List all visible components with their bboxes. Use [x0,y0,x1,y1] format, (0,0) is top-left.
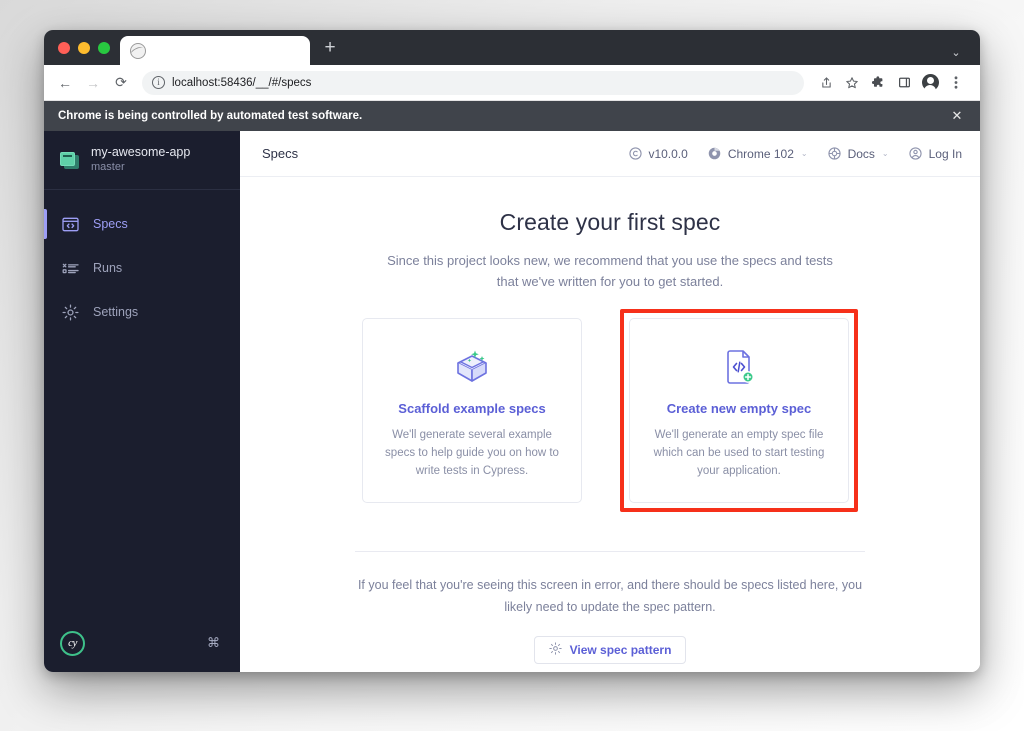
sparkle-box-icon [448,343,496,391]
headline: Create your first spec [499,209,721,235]
docs-menu[interactable]: Docs ⌄ [828,147,889,161]
forward-button[interactable]: → [80,70,106,96]
chevron-down-icon: ⌄ [881,149,889,158]
new-tab-button[interactable]: + [316,35,344,63]
keyboard-shortcut-icon[interactable]: ⌘ [207,635,220,651]
card-description: We'll generate several example specs to … [385,429,559,477]
back-button[interactable]: ← [52,70,78,96]
tab-search-chevron-down-icon[interactable]: ⌄ [946,46,966,59]
sidebar-footer: cy ⌘ [44,614,240,672]
cypress-logo[interactable]: cy [60,630,85,656]
page-viewport: my-awesome-app master Specs Runs Setting… [44,131,980,672]
sidebar-item-label: Runs [93,261,123,275]
reload-button[interactable]: ⟳ [108,70,134,96]
address-bar[interactable]: i localhost:58436/__/#/specs [142,70,804,95]
scaffold-example-specs-card[interactable]: Scaffold example specs We'll generate se… [362,318,582,503]
sidebar-item-specs[interactable]: Specs [44,202,240,246]
browser-label: Chrome 102 [727,146,794,161]
create-new-empty-spec-card[interactable]: Create new empty spec We'll generate an … [629,318,849,503]
view-spec-pattern-label: View spec pattern [569,643,672,657]
globe-icon [130,42,146,59]
window-traffic-lights [54,30,120,65]
automation-infobar: Chrome is being controlled by automated … [44,101,980,131]
profile-avatar[interactable] [918,71,942,95]
project-header[interactable]: my-awesome-app master [44,131,240,190]
minimize-window-button[interactable] [78,41,90,54]
browser-selector[interactable]: Chrome 102 ⌄ [708,147,808,161]
subheadline: Since this project looks new, we recomme… [387,253,833,289]
docs-icon [828,147,842,161]
sidebar-item-label: Settings [93,305,139,319]
specs-window-icon [62,216,79,233]
card-description: We'll generate an empty spec file which … [653,429,825,477]
version-label: v10.0.0 [648,146,688,161]
login-button[interactable]: Log In [909,147,962,161]
extensions-puzzle-icon[interactable] [866,71,890,95]
close-window-button[interactable] [58,41,70,54]
close-icon[interactable]: ✕ [948,108,966,124]
sidebar-item-settings[interactable]: Settings [44,290,240,334]
login-label: Log In [928,146,962,161]
specs-empty-state: Create your first spec Since this projec… [240,177,980,672]
gear-icon [62,303,79,321]
automation-infobar-message: Chrome is being controlled by automated … [58,110,363,122]
browser-window: + ⌄ ← → ⟳ i localhost:58436/__/#/specs C… [44,30,980,672]
project-branch: master [91,161,125,173]
runs-list-icon [62,260,79,277]
maximize-window-button[interactable] [98,41,110,54]
bookmark-star-icon[interactable] [840,71,864,95]
main-content: Specs v10.0.0 Chrome 102 ⌄ Docs ⌄ Log In… [240,131,980,672]
sidebar-nav: Specs Runs Settings [44,190,240,334]
gear-icon [548,642,562,658]
browser-toolbar: ← → ⟳ i localhost:58436/__/#/specs [44,65,980,101]
project-name: my-awesome-app [91,145,191,159]
site-info-icon[interactable]: i [152,76,165,89]
topbar-actions: v10.0.0 Chrome 102 ⌄ Docs ⌄ Log In [628,147,962,161]
app-topbar: Specs v10.0.0 Chrome 102 ⌄ Docs ⌄ Log In [240,131,980,177]
card-title: Scaffold example specs [398,401,546,416]
kebab-menu-icon[interactable] [944,71,968,95]
sidebar-item-runs[interactable]: Runs [44,246,240,290]
card-title: Create new empty spec [666,401,812,416]
docs-label: Docs [847,146,875,161]
user-circle-icon [909,147,923,161]
share-icon[interactable] [814,71,838,95]
sidebar-item-label: Specs [93,217,128,231]
chrome-browser-icon [708,147,722,161]
browser-tab-strip: + ⌄ [44,30,980,65]
url-text: localhost:58436/__/#/specs [172,76,312,89]
footer-note: If you feel that you're seeing this scre… [357,578,863,614]
chevron-down-icon: ⌄ [800,149,808,158]
spec-option-cards: Scaffold example specs We'll generate se… [362,309,858,521]
cypress-sidebar: my-awesome-app master Specs Runs Setting… [44,131,240,672]
section-divider [355,551,865,552]
side-panel-icon[interactable] [892,71,916,95]
code-file-add-icon [717,343,761,391]
project-stack-icon [60,151,79,169]
page-title: Specs [262,146,299,161]
browser-tab[interactable] [120,36,310,65]
view-spec-pattern-button[interactable]: View spec pattern [533,636,687,664]
version-badge: v10.0.0 [628,146,688,161]
red-highlight-annotation: Create new empty spec We'll generate an … [620,309,858,512]
cypress-version-icon [628,147,642,161]
